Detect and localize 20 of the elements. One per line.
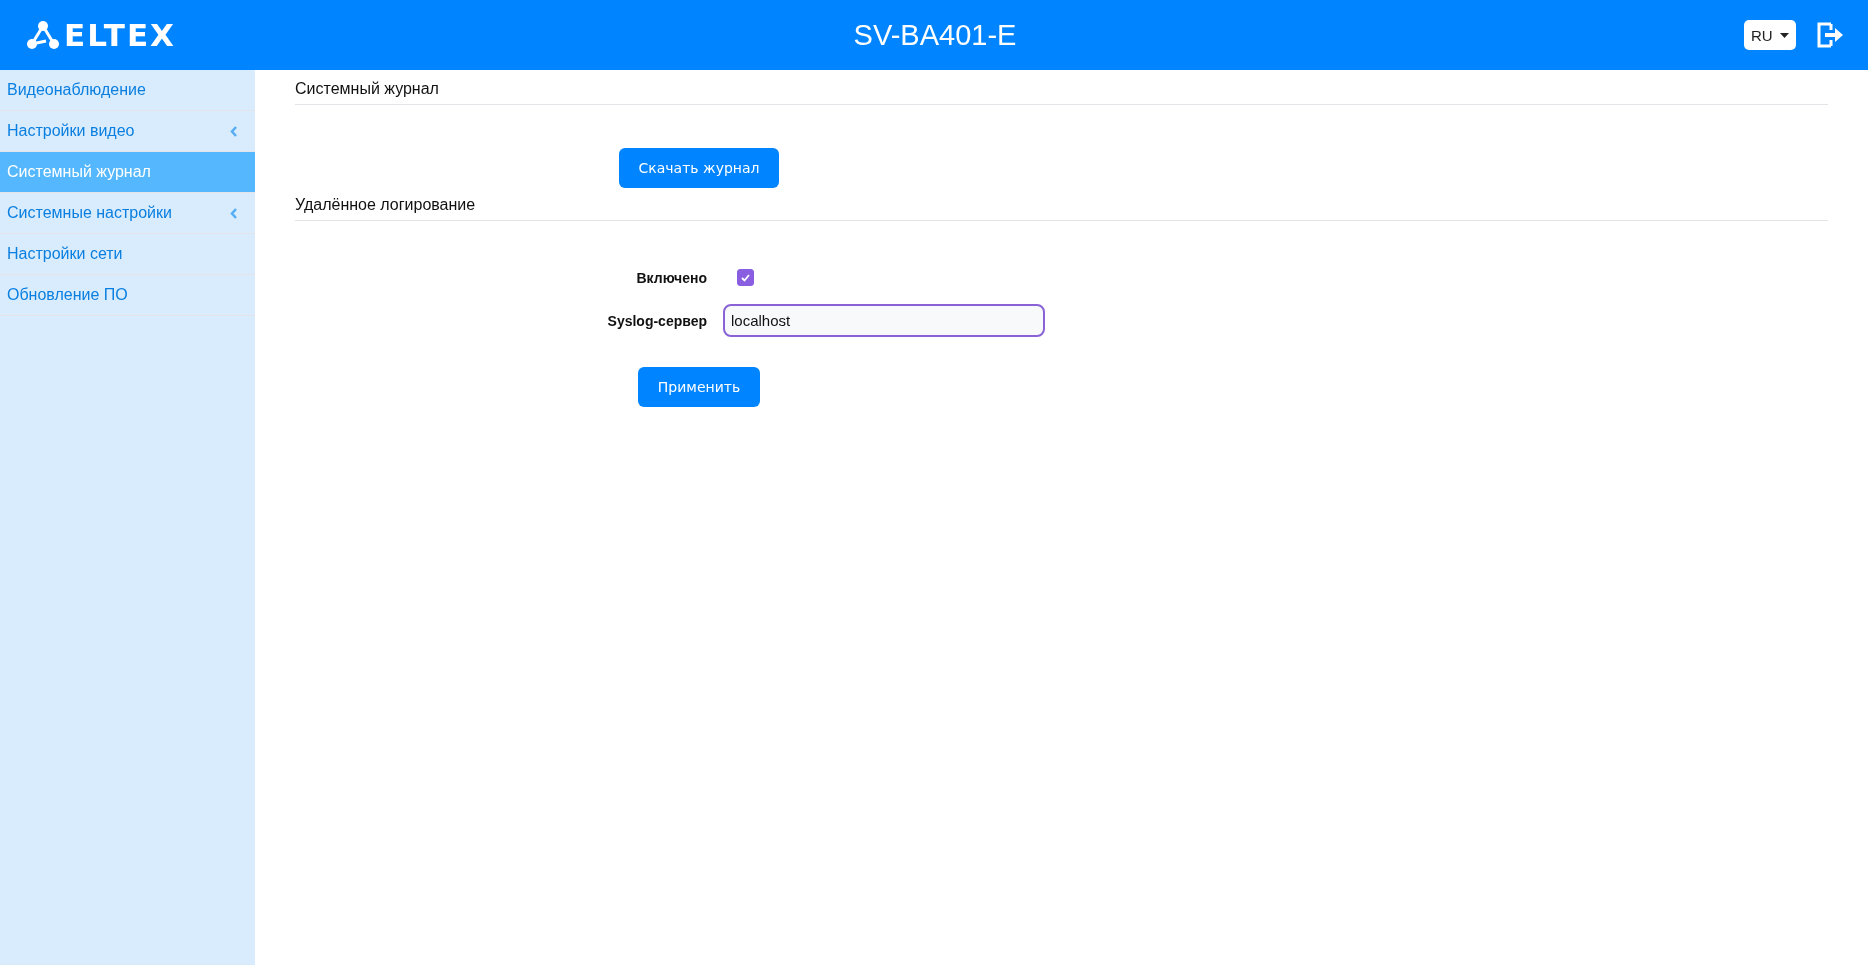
- syslog-server-field[interactable]: localhost: [723, 304, 1045, 337]
- device-title: SV-BA401-E: [852, 18, 1018, 52]
- caret-icon: [1780, 32, 1789, 38]
- language-select[interactable]: RU: [1744, 20, 1796, 50]
- logo: ELTEX: [64, 17, 177, 53]
- field-label: Syslog-сервер: [606, 312, 707, 329]
- field-label: Включено: [635, 269, 707, 286]
- sidebar-item[interactable]: Системный журнал: [0, 152, 255, 193]
- enabled-checkbox[interactable]: [737, 269, 754, 286]
- sidebar-item[interactable]: Обновление ПО: [0, 275, 255, 316]
- section-title: Удалённое логирование: [295, 196, 1828, 221]
- sidebar-item[interactable]: Видеонаблюдение: [0, 70, 255, 111]
- logout-icon[interactable]: [1816, 22, 1844, 48]
- section-title: Системный журнал: [295, 80, 1828, 105]
- apply-button[interactable]: Применить: [637, 367, 761, 407]
- download-log-button[interactable]: Скачать журнал: [618, 148, 780, 188]
- sidebar-item[interactable]: Настройки сети: [0, 234, 255, 275]
- sidebar-item[interactable]: Системные настройки: [0, 193, 255, 234]
- logo-icon: [26, 20, 60, 50]
- checkmark-icon: [741, 273, 750, 282]
